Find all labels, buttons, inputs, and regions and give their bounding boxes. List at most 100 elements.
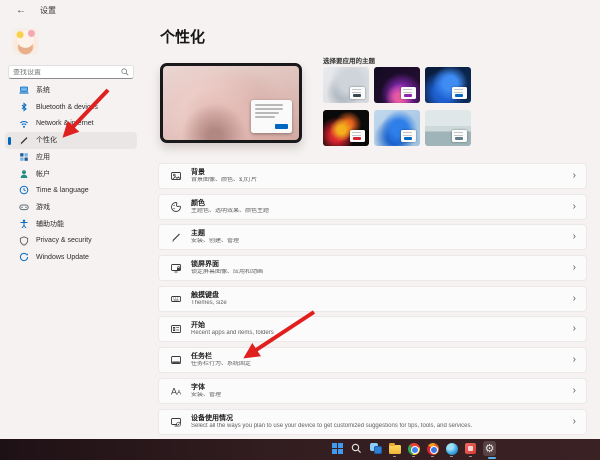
sidebar-item-label: Time & language	[36, 187, 89, 194]
settings-row-subtitle: 主题色、透明效果、颜色主题	[191, 208, 567, 215]
themes-icon	[169, 231, 182, 244]
time-language-icon	[19, 185, 29, 195]
accessibility-icon	[19, 219, 29, 229]
settings-taskbar-button[interactable]: ⚙	[483, 441, 496, 456]
blue-app-button[interactable]	[445, 441, 458, 456]
sidebar-item-network[interactable]: Network & internet	[5, 115, 137, 132]
sidebar-item-time-language[interactable]: Time & language	[5, 182, 137, 199]
sidebar-item-bluetooth[interactable]: Bluetooth & devices	[5, 99, 137, 116]
start-button[interactable]	[331, 441, 344, 456]
red-app-button[interactable]	[464, 441, 477, 456]
sidebar-item-label: Privacy & security	[36, 237, 92, 244]
chevron-right-icon: ›	[573, 171, 576, 181]
settings-row-title: 设备使用情况	[191, 414, 567, 423]
colors-icon	[169, 200, 182, 213]
search-input[interactable]	[9, 69, 121, 76]
sidebar-item-label: Bluetooth & devices	[36, 104, 98, 111]
sidebar-item-accounts[interactable]: 帐户	[5, 165, 137, 182]
chevron-right-icon: ›	[573, 202, 576, 212]
theme-preview-accent-button	[275, 124, 288, 129]
sidebar-item-windows-update[interactable]: Windows Update	[5, 249, 137, 266]
taskbar-search-button[interactable]	[350, 441, 363, 456]
sidebar-item-system[interactable]: 系统	[5, 82, 137, 99]
blue-app-icon	[446, 443, 458, 455]
settings-row-title: 颜色	[191, 199, 567, 208]
browser-orange-icon	[427, 443, 439, 455]
sidebar-item-personalization[interactable]: 个性化	[5, 132, 137, 149]
theme-thumbnail-blue-bloom-dark[interactable]	[425, 67, 471, 103]
device-usage-icon	[169, 415, 182, 428]
gaming-icon	[19, 202, 29, 212]
theme-accent	[353, 137, 361, 140]
chevron-right-icon: ›	[573, 324, 576, 334]
chrome-button[interactable]	[407, 441, 420, 456]
system-icon	[19, 85, 29, 95]
sidebar-item-label: 系统	[36, 85, 50, 95]
sidebar-item-apps[interactable]: 应用	[5, 149, 137, 166]
settings-row-colors[interactable]: 颜色 主题色、透明效果、颜色主题 ›	[158, 194, 587, 220]
settings-row-lock-screen[interactable]: 锁屏界面 锁定屏幕图像、应用和动画 ›	[158, 255, 587, 281]
theme-thumbnail-sunrise-pier[interactable]	[425, 110, 471, 146]
settings-row-device-usage[interactable]: 设备使用情况 Select all the ways you plan to u…	[158, 409, 587, 435]
task-view-icon	[370, 443, 382, 454]
settings-row-title: 触摸键盘	[191, 291, 567, 300]
sidebar-item-privacy[interactable]: Privacy & security	[5, 232, 137, 249]
settings-row-touch-keyboard[interactable]: 触摸键盘 Themes, size ›	[158, 286, 587, 312]
theme-thumbnail-blue-bloom-light[interactable]	[374, 110, 420, 146]
file-explorer-button[interactable]	[388, 441, 401, 456]
sidebar-nav: 系统 Bluetooth & devices Network & interne…	[5, 82, 137, 266]
file-explorer-icon	[389, 445, 401, 454]
search-icon	[351, 443, 362, 454]
bluetooth-icon	[19, 102, 29, 112]
settings-row-subtitle: Select all the ways you plan to use your…	[191, 423, 567, 430]
settings-row-fonts[interactable]: AA 字体 安装、管理 ›	[158, 378, 587, 404]
chevron-right-icon: ›	[573, 355, 576, 365]
theme-thumbnail-dark-glow[interactable]	[374, 67, 420, 103]
task-view-button[interactable]	[369, 441, 382, 456]
start-icon	[169, 323, 182, 336]
sidebar-item-label: 游戏	[36, 202, 50, 212]
user-avatar[interactable]	[12, 28, 39, 55]
svg-text:A: A	[177, 390, 181, 396]
personalization-icon	[19, 135, 29, 145]
taskbar: ⚙	[0, 439, 600, 460]
chevron-right-icon: ›	[573, 263, 576, 273]
settings-row-subtitle: 任务栏行为、系统固定	[191, 361, 567, 368]
sidebar-item-label: 帐户	[36, 169, 50, 179]
apps-icon	[19, 152, 29, 162]
chevron-right-icon: ›	[573, 294, 576, 304]
settings-row-title: 开始	[191, 321, 567, 330]
settings-row-taskbar[interactable]: 任务栏 任务栏行为、系统固定 ›	[158, 347, 587, 373]
browser-orange-button[interactable]	[426, 441, 439, 456]
theme-preview-card	[251, 100, 292, 133]
settings-row-start[interactable]: 开始 Recent apps and items, folders ›	[158, 316, 587, 342]
theme-accent	[404, 94, 412, 97]
settings-row-subtitle: Recent apps and items, folders	[191, 330, 567, 337]
settings-row-subtitle: 安装、创建、管理	[191, 238, 567, 245]
sidebar-item-gaming[interactable]: 游戏	[5, 199, 137, 216]
theme-thumbnail-colorful-dark[interactable]	[323, 110, 369, 146]
lock-screen-icon	[169, 262, 182, 275]
theme-preview-monitor	[160, 63, 302, 143]
back-arrow-icon[interactable]: ←	[16, 5, 26, 16]
settings-row-subtitle: 锁定屏幕图像、应用和动画	[191, 269, 567, 276]
taskbar-icon	[169, 354, 182, 367]
titlebar: ← 设置	[0, 0, 600, 20]
sidebar-item-label: 个性化	[36, 135, 57, 145]
chevron-right-icon: ›	[573, 386, 576, 396]
search-box[interactable]	[8, 65, 134, 79]
settings-row-title: 锁屏界面	[191, 260, 567, 269]
theme-accent	[455, 137, 463, 140]
network-icon	[19, 119, 29, 129]
settings-gear-icon: ⚙	[485, 443, 495, 454]
settings-row-background[interactable]: 背景 背景图像、颜色、幻灯片 ›	[158, 163, 587, 189]
window-title: 设置	[40, 5, 56, 16]
windows-update-icon	[19, 252, 29, 262]
theme-accent	[455, 94, 463, 97]
theme-section-label: 选择要应用的主题	[323, 55, 375, 65]
windows-logo-icon	[332, 443, 343, 454]
theme-thumbnail-light-bloom[interactable]	[323, 67, 369, 103]
theme-accent	[404, 137, 412, 140]
settings-row-themes[interactable]: 主题 安装、创建、管理 ›	[158, 224, 587, 250]
sidebar-item-accessibility[interactable]: 辅助功能	[5, 216, 137, 233]
